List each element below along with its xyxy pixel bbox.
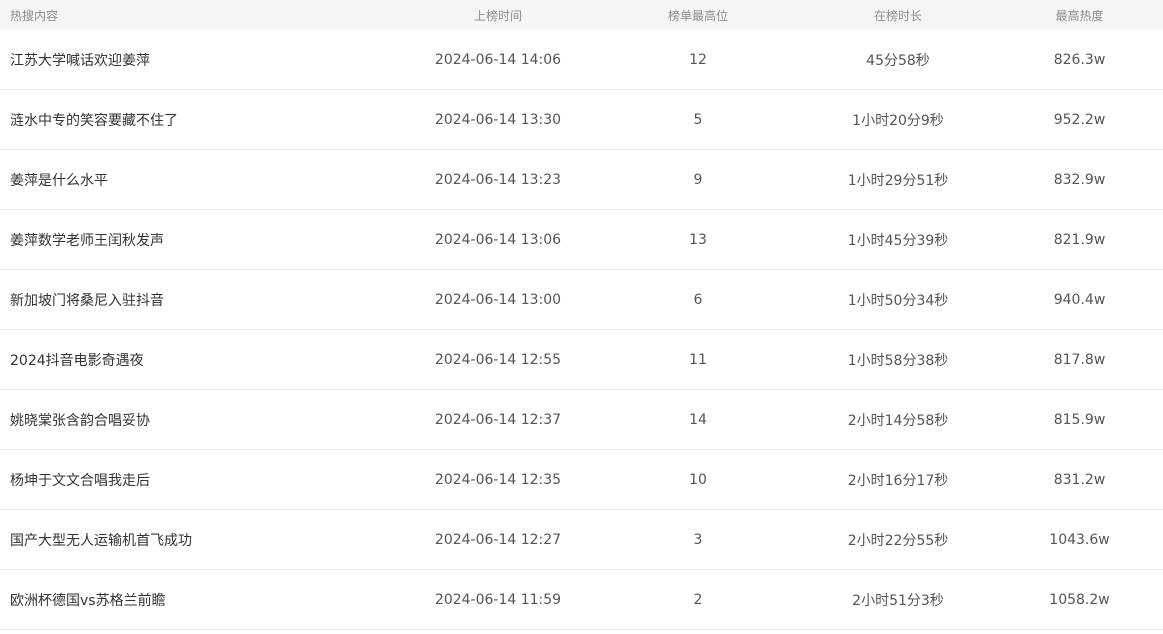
heat-cell: 832.9w (1053, 171, 1106, 188)
duration-cell: 1小时20分9秒 (852, 112, 944, 129)
header-rank[interactable]: 榜单最高位 (596, 7, 800, 24)
topic-link[interactable]: 江苏大学喊话欢迎姜萍 (10, 53, 150, 69)
table-row[interactable]: 新加坡门将桑尼入驻抖音 2024-06-14 13:00 6 1小时50分34秒… (0, 270, 1163, 330)
topic-link[interactable]: 2024抖音电影奇遇夜 (10, 353, 144, 369)
duration-cell: 2小时51分3秒 (852, 592, 944, 609)
time-cell: 2024-06-14 11:59 (434, 591, 562, 608)
topic-cell[interactable]: 杨坤于文文合唱我走后 (0, 470, 400, 490)
table-row[interactable]: 江苏大学喊话欢迎姜萍 2024-06-14 14:06 12 45分58秒 82… (0, 30, 1163, 90)
time-cell: 2024-06-14 12:27 (434, 531, 562, 548)
topic-link[interactable]: 杨坤于文文合唱我走后 (10, 473, 150, 489)
time-cell: 2024-06-14 13:06 (434, 231, 562, 248)
topic-link[interactable]: 姜萍是什么水平 (10, 173, 108, 189)
rank-cell: 5 (693, 111, 703, 128)
topic-cell[interactable]: 欧洲杯德国vs苏格兰前瞻 (0, 590, 400, 610)
header-time[interactable]: 上榜时间 (400, 7, 596, 24)
heat-cell: 1043.6w (1049, 531, 1110, 548)
header-duration[interactable]: 在榜时长 (800, 7, 996, 24)
duration-cell: 1小时29分51秒 (847, 172, 949, 189)
table-row[interactable]: 杨坤于文文合唱我走后 2024-06-14 12:35 10 2小时16分17秒… (0, 450, 1163, 510)
topic-cell[interactable]: 姜萍数学老师王闰秋发声 (0, 230, 400, 250)
heat-cell: 940.4w (1053, 291, 1106, 308)
rank-cell: 13 (689, 231, 707, 248)
topic-link[interactable]: 新加坡门将桑尼入驻抖音 (10, 293, 164, 309)
table-header: 热搜内容 上榜时间 榜单最高位 在榜时长 最高热度 (0, 0, 1163, 30)
duration-cell: 1小时58分38秒 (847, 352, 949, 369)
time-cell: 2024-06-14 14:06 (434, 51, 562, 68)
heat-cell: 831.2w (1053, 471, 1106, 488)
time-cell: 2024-06-14 13:30 (434, 111, 562, 128)
rank-cell: 2 (693, 591, 703, 608)
time-cell: 2024-06-14 12:55 (434, 351, 562, 368)
rank-cell: 14 (689, 411, 707, 428)
rank-cell: 10 (689, 471, 707, 488)
heat-cell: 826.3w (1053, 51, 1106, 68)
topic-link[interactable]: 姚晓棠张含韵合唱妥协 (10, 413, 150, 429)
topic-link[interactable]: 涟水中专的笑容要藏不住了 (10, 113, 178, 129)
table-row[interactable]: 国产大型无人运输机首飞成功 2024-06-14 12:27 3 2小时22分5… (0, 510, 1163, 570)
rank-cell: 3 (693, 531, 703, 548)
heat-cell: 815.9w (1053, 411, 1106, 428)
rank-cell: 9 (693, 171, 703, 188)
topic-link[interactable]: 国产大型无人运输机首飞成功 (10, 533, 192, 549)
rank-cell: 6 (693, 291, 703, 308)
table-row[interactable]: 欧洲杯德国vs苏格兰前瞻 2024-06-14 11:59 2 2小时51分3秒… (0, 570, 1163, 630)
duration-cell: 1小时45分39秒 (847, 232, 949, 249)
time-cell: 2024-06-14 12:37 (434, 411, 562, 428)
table-row[interactable]: 姜萍数学老师王闰秋发声 2024-06-14 13:06 13 1小时45分39… (0, 210, 1163, 270)
rank-cell: 11 (689, 351, 707, 368)
topic-cell[interactable]: 2024抖音电影奇遇夜 (0, 350, 400, 370)
time-cell: 2024-06-14 13:23 (434, 171, 562, 188)
duration-cell: 2小时22分55秒 (847, 532, 949, 549)
topic-cell[interactable]: 江苏大学喊话欢迎姜萍 (0, 50, 400, 70)
hot-search-table: 热搜内容 上榜时间 榜单最高位 在榜时长 最高热度 江苏大学喊话欢迎姜萍 202… (0, 0, 1163, 630)
table-row[interactable]: 涟水中专的笑容要藏不住了 2024-06-14 13:30 5 1小时20分9秒… (0, 90, 1163, 150)
topic-cell[interactable]: 涟水中专的笑容要藏不住了 (0, 110, 400, 130)
topic-cell[interactable]: 新加坡门将桑尼入驻抖音 (0, 290, 400, 310)
header-heat[interactable]: 最高热度 (996, 7, 1163, 24)
heat-cell: 821.9w (1053, 231, 1106, 248)
heat-cell: 1058.2w (1049, 591, 1110, 608)
time-cell: 2024-06-14 13:00 (434, 291, 562, 308)
duration-cell: 1小时50分34秒 (847, 292, 949, 309)
duration-cell: 45分58秒 (866, 52, 930, 69)
topic-link[interactable]: 欧洲杯德国vs苏格兰前瞻 (10, 593, 166, 609)
topic-cell[interactable]: 姜萍是什么水平 (0, 170, 400, 190)
table-row[interactable]: 2024抖音电影奇遇夜 2024-06-14 12:55 11 1小时58分38… (0, 330, 1163, 390)
time-cell: 2024-06-14 12:35 (434, 471, 562, 488)
heat-cell: 817.8w (1053, 351, 1106, 368)
table-row[interactable]: 姚晓棠张含韵合唱妥协 2024-06-14 12:37 14 2小时14分58秒… (0, 390, 1163, 450)
duration-cell: 2小时14分58秒 (847, 412, 949, 429)
topic-cell[interactable]: 国产大型无人运输机首飞成功 (0, 530, 400, 550)
header-topic[interactable]: 热搜内容 (0, 7, 400, 24)
table-row[interactable]: 姜萍是什么水平 2024-06-14 13:23 9 1小时29分51秒 832… (0, 150, 1163, 210)
topic-link[interactable]: 姜萍数学老师王闰秋发声 (10, 233, 164, 249)
rank-cell: 12 (689, 51, 707, 68)
heat-cell: 952.2w (1053, 111, 1106, 128)
duration-cell: 2小时16分17秒 (847, 472, 949, 489)
topic-cell[interactable]: 姚晓棠张含韵合唱妥协 (0, 410, 400, 430)
